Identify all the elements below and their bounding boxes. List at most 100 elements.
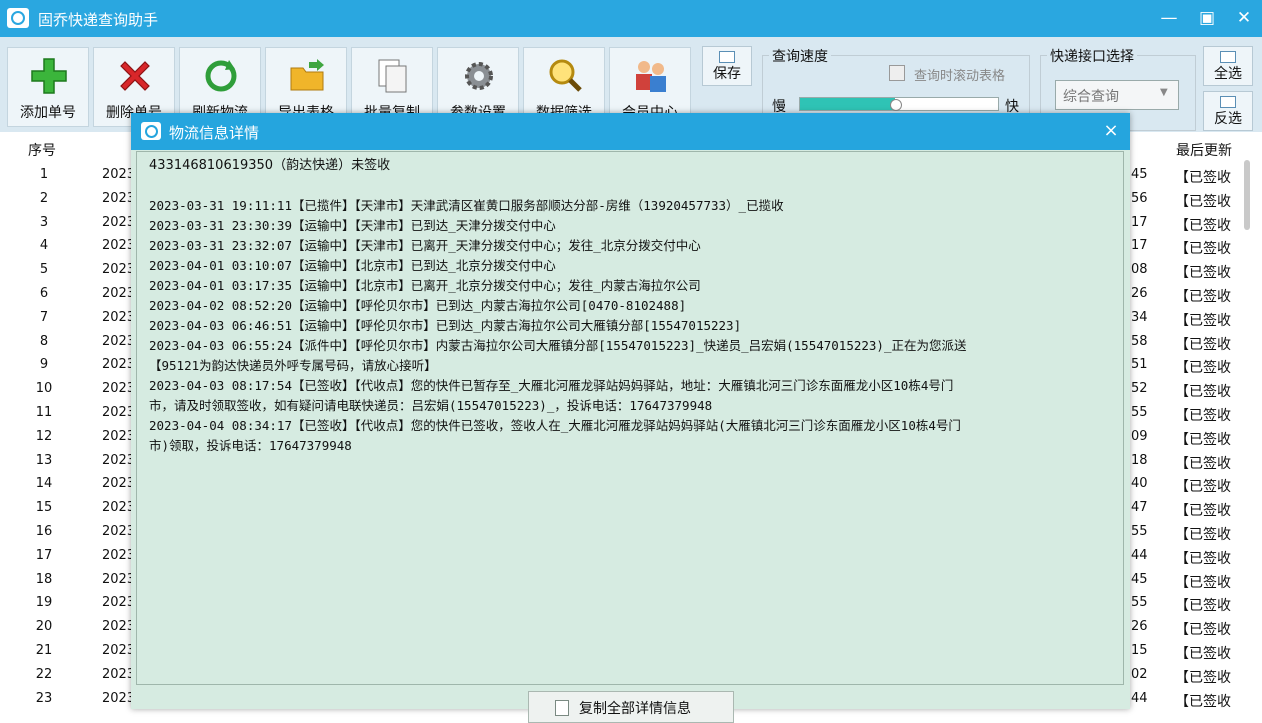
row-number: 5 bbox=[39, 262, 49, 278]
row-status: 【已签收 bbox=[1175, 265, 1231, 282]
row-time-tail: 55 bbox=[1131, 524, 1148, 539]
plus-icon bbox=[31, 58, 67, 94]
api-select-dropdown[interactable]: 综合查询 ▼ bbox=[1055, 80, 1179, 110]
row-time-tail: 17 bbox=[1131, 238, 1148, 254]
row-time-tail: 18 bbox=[1131, 452, 1148, 468]
column-header-no[interactable]: 序号 bbox=[28, 140, 56, 164]
row-number: 6 bbox=[39, 286, 49, 301]
row-number: 20 bbox=[35, 619, 53, 635]
api-select-title: 快递接口选择 bbox=[1047, 46, 1137, 66]
row-number: 21 bbox=[35, 643, 53, 658]
row-number: 13 bbox=[35, 452, 53, 468]
detail-line: 市)领取，投诉电话：17647379948 bbox=[149, 438, 352, 453]
row-time-tail: 26 bbox=[1131, 619, 1148, 635]
row-number: 14 bbox=[35, 476, 53, 492]
row-status: 【已签收 bbox=[1175, 479, 1231, 496]
row-status: 【已签收 bbox=[1175, 289, 1231, 305]
row-status: 【已签收 bbox=[1175, 550, 1231, 567]
row-number: 11 bbox=[35, 405, 53, 420]
row-number: 7 bbox=[39, 309, 49, 325]
row-status: 【已签收 bbox=[1175, 217, 1231, 234]
row-status: 【已签收 bbox=[1175, 503, 1231, 520]
row-time-tail: 47 bbox=[1131, 500, 1148, 516]
column-header-last-update[interactable]: 最后更新 bbox=[1176, 140, 1232, 164]
invert-selection-icon bbox=[1220, 96, 1236, 108]
detail-line: 2023-04-03 06:46:51【运输中】【呼伦贝尔市】已到达_内蒙古海拉… bbox=[149, 318, 742, 333]
minimize-button[interactable]: — bbox=[1156, 6, 1182, 30]
logistics-detail-text[interactable]: 433146810619350（韵达快递）未签收 2023-03-31 19:11… bbox=[136, 151, 1124, 685]
row-number: 2 bbox=[39, 190, 49, 206]
detail-line: 2023-04-01 03:17:35【运输中】【北京市】已离开_北京分拨交付中… bbox=[149, 278, 701, 293]
row-number: 23 bbox=[35, 690, 53, 706]
copy-icon bbox=[378, 59, 407, 93]
table-scrollbar[interactable] bbox=[1244, 160, 1250, 230]
row-time-tail: 02 bbox=[1131, 666, 1148, 682]
row-status: 【已签收 bbox=[1175, 431, 1231, 448]
row-status: 【已签收 bbox=[1175, 312, 1231, 329]
dialog-app-icon bbox=[141, 122, 161, 140]
row-number: 19 bbox=[35, 595, 53, 611]
speed-slider[interactable] bbox=[799, 97, 999, 111]
row-time-tail: 44 bbox=[1131, 547, 1148, 563]
row-time-tail: 15 bbox=[1131, 643, 1148, 658]
row-number: 16 bbox=[35, 524, 53, 539]
row-time-tail: 58 bbox=[1131, 333, 1148, 349]
row-status: 【已签收 bbox=[1175, 360, 1231, 377]
row-status: 【已签收 bbox=[1175, 669, 1231, 686]
row-number: 1 bbox=[39, 167, 49, 182]
window-title: 固乔快递查询助手 bbox=[38, 11, 159, 29]
row-status: 【已签收 bbox=[1175, 384, 1231, 401]
row-status: 【已签收 bbox=[1175, 193, 1231, 210]
row-number: 22 bbox=[35, 666, 53, 682]
members-icon bbox=[636, 61, 666, 92]
dialog-title: 物流信息详情 bbox=[169, 124, 260, 142]
row-time-tail: 55 bbox=[1131, 595, 1148, 611]
row-status: 【已签收 bbox=[1175, 693, 1231, 710]
row-time-tail: 56 bbox=[1131, 190, 1148, 206]
refresh-icon bbox=[205, 60, 237, 92]
chevron-down-icon: ▼ bbox=[1160, 87, 1168, 98]
save-icon bbox=[719, 51, 735, 63]
delete-icon bbox=[120, 61, 150, 91]
select-all-button[interactable]: 全选 bbox=[1203, 46, 1253, 86]
detail-line: 2023-03-31 19:11:11【已揽件】【天津市】天津武清区崔黄口服务部… bbox=[149, 198, 784, 213]
maximize-button[interactable]: ▣ bbox=[1194, 6, 1220, 30]
row-status: 【已签收 bbox=[1175, 241, 1231, 258]
copy-all-details-button[interactable]: 复制全部详情信息 bbox=[528, 691, 734, 723]
row-time-tail: 09 bbox=[1131, 428, 1148, 444]
add-number-label: 添加单号 bbox=[20, 105, 76, 121]
speed-slider-fill bbox=[800, 98, 896, 110]
row-number: 17 bbox=[35, 547, 53, 563]
dialog-title-bar: 物流信息详情 × bbox=[131, 113, 1130, 150]
row-time-tail: 17 bbox=[1131, 214, 1148, 230]
row-number: 8 bbox=[39, 333, 49, 349]
close-button[interactable]: ✕ bbox=[1231, 6, 1257, 30]
row-number: 18 bbox=[35, 571, 53, 587]
row-time-tail: 45 bbox=[1131, 167, 1148, 182]
dialog-close-icon[interactable]: × bbox=[1099, 119, 1123, 143]
row-time-tail: 45 bbox=[1131, 571, 1148, 587]
detail-line: 2023-03-31 23:30:39【运输中】【天津市】已到达_天津分拨交付中… bbox=[149, 218, 556, 233]
row-time-tail: 34 bbox=[1131, 309, 1148, 325]
row-time-tail: 26 bbox=[1131, 286, 1148, 301]
row-status: 【已签收 bbox=[1175, 170, 1231, 186]
row-number: 12 bbox=[35, 428, 53, 444]
row-time-tail: 08 bbox=[1131, 262, 1148, 278]
invert-selection-button[interactable]: 反选 bbox=[1203, 91, 1253, 131]
invert-selection-label: 反选 bbox=[1214, 111, 1242, 127]
api-select-value: 综合查询 bbox=[1063, 89, 1119, 105]
row-time-tail: 52 bbox=[1131, 381, 1148, 397]
detail-line: 2023-04-03 06:55:24【派件中】【呼伦贝尔市】内蒙古海拉尔公司大… bbox=[149, 338, 967, 353]
app-logo-icon bbox=[7, 8, 29, 28]
search-filter-icon bbox=[549, 59, 582, 92]
scroll-table-label: 查询时滚动表格 bbox=[914, 69, 1006, 84]
row-status: 【已签收 bbox=[1175, 527, 1231, 543]
speed-slider-thumb[interactable] bbox=[890, 99, 903, 111]
scroll-table-checkbox[interactable] bbox=[889, 65, 905, 81]
copy-all-details-label: 复制全部详情信息 bbox=[579, 701, 691, 717]
save-button[interactable]: 保存 bbox=[702, 46, 752, 86]
row-number: 3 bbox=[39, 214, 49, 230]
add-number-button[interactable]: 添加单号 bbox=[7, 47, 89, 127]
row-status: 【已签收 bbox=[1175, 455, 1231, 472]
detail-line: 2023-04-03 08:17:54【已签收】【代收点】您的快件已暂存至_大雁… bbox=[149, 378, 954, 393]
